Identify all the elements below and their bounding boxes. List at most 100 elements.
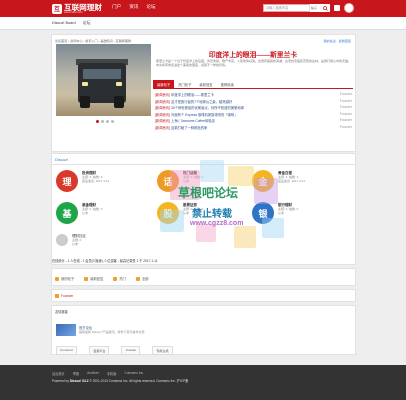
list-item[interactable]: [新闻资讯] 这才是旅行者的7个地球仪之最，越来越好 Founder <box>155 99 352 106</box>
list-item[interactable]: [新闻资讯] 印度洋上的眼泪——斯里兰卡 Founder <box>155 92 352 99</box>
thread-tag: [新闻资讯] <box>155 106 171 111</box>
thread-author[interactable]: Founder <box>340 92 352 99</box>
footer-link[interactable]: Archiver <box>87 371 99 376</box>
list-item[interactable]: [新闻资讯] 冷面有个 Express 咖啡机家族带来的「咖啡」 Founder <box>155 112 352 119</box>
board-icon[interactable]: 股 <box>157 202 179 224</box>
board-icon[interactable]: 基 <box>56 202 78 224</box>
truck-headlight <box>82 82 88 86</box>
search-scope-select[interactable]: 帖子 <box>309 4 321 12</box>
board-icon[interactable]: 银 <box>252 202 274 224</box>
thread-title[interactable]: 冷面有个 Express 咖啡机家族带来的「咖啡」 <box>171 112 340 119</box>
search-input[interactable]: 请输入搜索内容 <box>263 4 310 12</box>
breadcrumb-forum[interactable]: 论坛 <box>83 21 91 26</box>
tab-replies[interactable]: 最新回复 <box>195 80 216 88</box>
board-last: 从未 <box>72 242 79 246</box>
tab-recommended[interactable]: 推荐阅读 <box>217 80 238 88</box>
breadcrumb-board[interactable]: Discuz! Board <box>52 21 76 25</box>
product-link[interactable]: Discuz! X3.2 <box>70 379 89 383</box>
slider-dot[interactable] <box>101 120 104 123</box>
logo-mark: 互 <box>52 3 62 14</box>
top-bar: 互 互联网理财 www.caifu.com 门户 资讯 论坛 请输入搜索内容 帖… <box>0 0 406 17</box>
thread-title[interactable]: 这才是旅行者的7个地球仪之最，越来越好 <box>171 99 340 106</box>
tab-latest[interactable]: 最新帖子 <box>153 80 175 88</box>
featured-links[interactable]: 我的关注 · 最新回复 <box>324 38 352 43</box>
truck-wheel <box>80 96 90 108</box>
footer-link[interactable]: 站点统计 <box>52 371 65 376</box>
quick-link-all[interactable]: 全部 <box>135 276 149 281</box>
featured-panel: 论坛首页 › 资讯中心 › 新手入门 › 基础知识 › 互联网理财 我的关注 ·… <box>51 34 356 152</box>
list-item[interactable]: [新闻资讯] 30个惊世骇俗的优美景点，你所不知道的美丽地球 Founder <box>155 105 352 112</box>
thread-author[interactable]: Founder <box>340 125 352 132</box>
thread-title[interactable]: 这款打破了一种颜色的家 <box>171 125 340 132</box>
thread-author[interactable]: Founder <box>340 99 352 106</box>
board-last: 从未 <box>183 211 190 215</box>
partner-link[interactable]: Yeswan <box>121 346 141 355</box>
powered-label: Powered by <box>52 379 69 383</box>
list-item[interactable]: [新闻资讯] 这款打破了一种颜色的家 Founder <box>155 125 352 132</box>
avatar[interactable] <box>344 3 354 13</box>
thread-tag: [新闻资讯] <box>155 119 171 124</box>
footer-link[interactable]: 举报 <box>73 371 79 376</box>
thread-list: [新闻资讯] 印度洋上的眼泪——斯里兰卡 Founder [新闻资讯] 这才是旅行者的… <box>155 92 352 132</box>
partner-logo[interactable] <box>56 324 76 336</box>
friend-links: 友情链接 官方论坛 提供最新 Discuz! 产品新闻、软件下载与技术交流 Co… <box>51 305 356 355</box>
slider-dots[interactable] <box>96 120 114 123</box>
board-last: 最后发表: 2017-1-11 <box>82 179 110 183</box>
footer-links: 站点统计 举报 Archiver 手机版 Comsenz Inc. <box>52 371 144 376</box>
featured-title[interactable]: 印度洋上的眼泪——斯里兰卡 <box>153 49 353 59</box>
thread-title[interactable]: 30个惊世骇俗的优美景点，你所不知道的美丽地球 <box>171 105 340 112</box>
search-button[interactable] <box>321 4 330 12</box>
partner-link[interactable]: 专用主机 <box>152 346 173 355</box>
nav-item-portal[interactable]: 门户 <box>112 4 121 10</box>
board-icon[interactable]: 话 <box>157 170 179 192</box>
copyright-text: © 2001-2013 Comsenz Inc. All rights rese… <box>89 379 189 383</box>
partner-text-links: Comsenz 漫游平台 Yeswan 专用主机 <box>56 346 173 355</box>
posts-icon <box>55 276 59 281</box>
slider-dot[interactable] <box>96 120 99 123</box>
main-nav: 门户 资讯 论坛 <box>112 4 156 10</box>
list-item[interactable]: [新闻资讯] 上海 | Twosome Coffee体验店 Founder <box>155 118 352 125</box>
board-icon[interactable]: 金 <box>252 170 274 192</box>
partner-description: 提供最新 Discuz! 产品新闻、软件下载与技术交流 <box>79 330 145 334</box>
footer-copyright: Powered by Discuz! X3.2 © 2001-2013 Coms… <box>52 378 188 383</box>
slider-dot[interactable] <box>111 120 114 123</box>
partner-link[interactable]: Comsenz <box>56 346 78 355</box>
footer: 站点统计 举报 Archiver 手机版 Comsenz Inc. Powere… <box>0 365 406 400</box>
thread-author[interactable]: Founder <box>340 118 352 125</box>
forum-section-title[interactable]: Discuz! <box>55 157 68 162</box>
footer-link[interactable]: Comsenz Inc. <box>124 371 144 376</box>
thread-title[interactable]: 印度洋上的眼泪——斯里兰卡 <box>171 92 340 99</box>
thread-tag: [新闻资讯] <box>155 125 171 130</box>
board-last: 最后发表: 2017-1-11 <box>278 179 306 183</box>
quick-link-hot[interactable]: 热门 <box>113 276 126 281</box>
footer-link[interactable]: 手机版 <box>107 371 117 376</box>
online-user[interactable]: Founder <box>55 294 73 298</box>
partner-link[interactable]: 漫游平台 <box>89 346 110 355</box>
featured-photo[interactable] <box>56 44 151 123</box>
nav-item-news[interactable]: 资讯 <box>129 4 138 10</box>
thread-tag: [新闻资讯] <box>155 99 171 104</box>
site-logo[interactable]: 互 互联网理财 www.caifu.com <box>52 3 102 14</box>
quick-link-replies[interactable]: 最新回复 <box>84 276 103 281</box>
friend-links-title: 友情链接 <box>55 310 68 314</box>
sub-nav-bar: Discuz! Board 论坛 <box>0 17 406 30</box>
hot-icon <box>113 276 118 281</box>
online-users: Founder <box>51 289 356 302</box>
user-icon <box>55 294 59 298</box>
thread-author[interactable]: Founder <box>340 112 352 119</box>
thread-title[interactable]: 上海 | Twosome Coffee体验店 <box>171 118 340 125</box>
quick-link-posts[interactable]: 我的帖子 <box>55 276 74 281</box>
board-icon[interactable] <box>56 234 68 246</box>
board-last: 从未 <box>82 211 89 215</box>
replies-icon <box>84 276 89 281</box>
quick-links: 我的帖子 最新回复 热门 全部 <box>51 268 356 286</box>
thread-tag: [新闻资讯] <box>155 93 171 97</box>
tab-hot[interactable]: 热门帖子 <box>174 80 195 88</box>
notification-icon[interactable] <box>334 5 340 11</box>
slider-dot[interactable] <box>106 120 109 123</box>
nav-item-forum[interactable]: 论坛 <box>146 4 155 10</box>
search-icon <box>323 5 328 11</box>
board-icon[interactable]: 理 <box>56 170 78 192</box>
thread-author[interactable]: Founder <box>340 105 352 112</box>
forum-section: Discuz! 理 投资理财 主题: 6, 帖数: 6 最后发表: 2017-1… <box>51 153 356 265</box>
